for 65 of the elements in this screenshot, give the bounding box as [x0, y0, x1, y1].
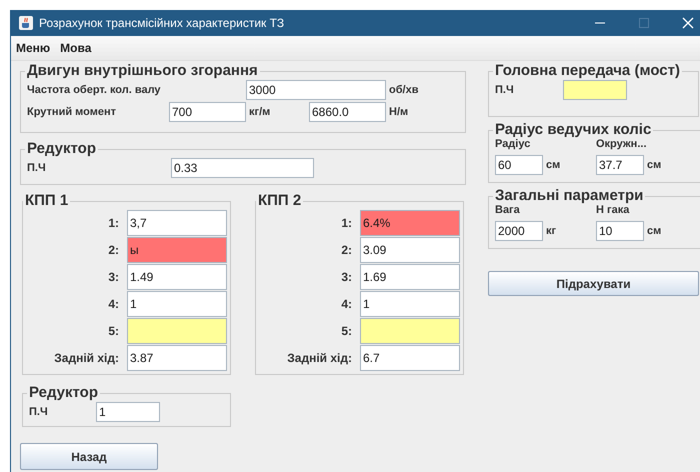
- input-field[interactable]: 1: [360, 290, 460, 316]
- input-field[interactable]: 700: [169, 102, 246, 122]
- input-field[interactable]: 3.09: [360, 236, 460, 262]
- group-title: Головна передача (мост): [494, 63, 681, 79]
- input-field[interactable]: 2000: [495, 221, 543, 241]
- field-label: П.Ч: [495, 84, 515, 96]
- unit-label: см: [647, 159, 662, 171]
- input-field[interactable]: 0.33: [171, 158, 314, 178]
- input-field[interactable]: 37.7: [596, 155, 644, 175]
- input-field[interactable]: ы: [127, 236, 227, 262]
- unit-label: об/хв: [389, 84, 418, 96]
- group-title: Радіус ведучих коліс: [494, 122, 652, 138]
- input-field[interactable]: 3000: [246, 80, 386, 100]
- gear-label: Задній хід:: [286, 350, 352, 364]
- gear-label: 3:: [340, 270, 352, 284]
- field-label: Окружн...: [596, 138, 648, 150]
- input-field[interactable]: 3,7: [127, 210, 227, 236]
- group-title: Двигун внутрішнього згорання: [26, 63, 259, 79]
- input-field[interactable]: 1.49: [127, 264, 227, 290]
- group-title: Редуктор: [26, 141, 98, 157]
- input-field[interactable]: [360, 318, 460, 344]
- input-field[interactable]: 1: [96, 402, 160, 422]
- group-title: КПП 2: [257, 193, 302, 209]
- window-title: Розрахунок трансмісійних характеристик ТЗ: [39, 16, 284, 30]
- unit-label: см: [647, 225, 662, 237]
- input-field[interactable]: 60: [495, 155, 543, 175]
- field-label: Вага: [495, 204, 521, 216]
- gear-label: 5:: [340, 324, 352, 338]
- input-field[interactable]: 1.69: [360, 264, 460, 290]
- menu-item[interactable]: Меню: [16, 41, 50, 55]
- input-field[interactable]: [563, 80, 627, 100]
- calculate-button[interactable]: Підрахувати: [488, 271, 699, 296]
- input-field[interactable]: 6.4%: [360, 210, 460, 236]
- input-field[interactable]: 6860.0: [309, 102, 386, 122]
- input-field[interactable]: 6.7: [360, 344, 460, 370]
- group-title: КПП 1: [24, 193, 70, 209]
- group-title: Редуктор: [28, 385, 100, 401]
- field-label: П.Ч: [29, 406, 49, 418]
- input-field[interactable]: 1: [127, 290, 227, 316]
- unit-label: см: [546, 159, 560, 171]
- field-label: П.Ч: [27, 162, 47, 174]
- menu-item[interactable]: Мова: [60, 41, 92, 55]
- gear-label: 4:: [107, 296, 119, 310]
- field-label: Радіус: [495, 138, 532, 150]
- input-field[interactable]: 10: [596, 221, 644, 241]
- gear-label: 1:: [340, 216, 352, 230]
- gear-label: 2:: [107, 242, 119, 256]
- input-field[interactable]: 3.87: [127, 344, 227, 370]
- field-label: Частота оберт. кол. валу: [27, 84, 162, 96]
- gear-label: 2:: [340, 242, 352, 256]
- gear-label: 3:: [107, 270, 119, 284]
- gear-label: 5:: [107, 324, 119, 338]
- coffee-cup-icon: [19, 16, 33, 30]
- gear-label: 4:: [340, 296, 352, 310]
- unit-label: Н/м: [389, 106, 408, 118]
- field-label: Н гака: [596, 204, 630, 216]
- close-icon[interactable]: [682, 17, 694, 29]
- unit-label: кг/м: [249, 106, 272, 118]
- gear-label: Задній хід:: [53, 350, 119, 364]
- group-title: Загальні параметри: [494, 188, 644, 204]
- gear-label: 1:: [107, 216, 119, 230]
- field-label: Крутний момент: [27, 106, 118, 118]
- back-button[interactable]: Назад: [20, 443, 158, 470]
- unit-label: кг: [546, 225, 556, 237]
- input-field[interactable]: [127, 318, 227, 344]
